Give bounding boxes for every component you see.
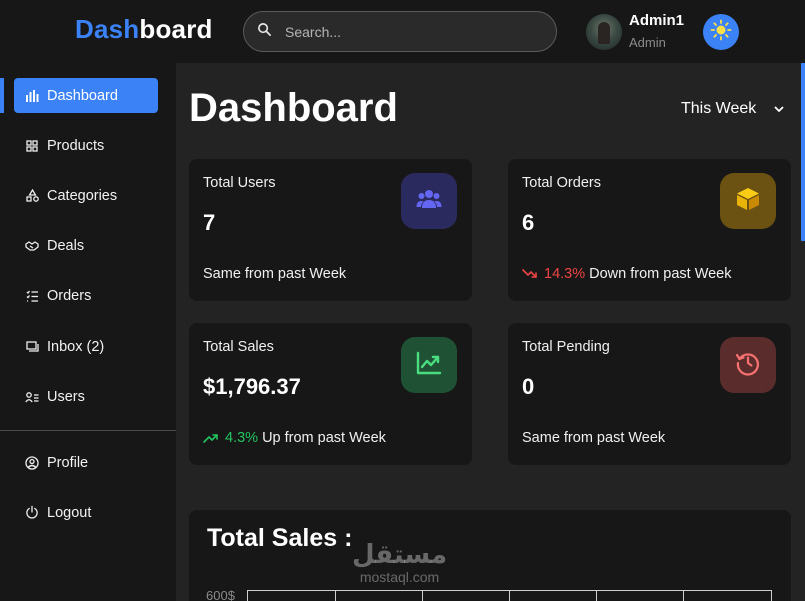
card-title: Total Orders [522, 175, 601, 191]
sales-chart-grid [247, 590, 772, 601]
sidebar-item-profile[interactable]: Profile [14, 445, 158, 480]
sun-icon [710, 19, 732, 46]
users-list-icon [25, 390, 39, 404]
grid-line [422, 591, 423, 601]
logo-part-2: board [139, 14, 213, 44]
box-icon [735, 186, 761, 217]
card-footer: Same from past Week [522, 430, 665, 446]
watermark-latin: mostaql.com [359, 569, 440, 585]
search-icon [257, 22, 272, 42]
y-axis-tick-label: 600$ [206, 588, 235, 601]
stat-card-total-users: Total Users 7 Same from past Week [189, 159, 472, 301]
theme-toggle-button[interactable] [703, 14, 739, 50]
trend-up-icon [203, 432, 219, 444]
grid-icon [25, 139, 39, 153]
grid-line [335, 591, 336, 601]
sidebar-item-logout[interactable]: Logout [14, 495, 158, 530]
user-circle-icon [25, 455, 39, 470]
sidebar-item-label: Profile [47, 454, 89, 471]
grid-line [509, 591, 510, 601]
sidebar-item-inbox[interactable]: Inbox (2) [14, 329, 158, 364]
user-role: Admin [629, 35, 666, 50]
active-indicator [0, 78, 4, 113]
sidebar-item-label: Logout [47, 504, 92, 521]
card-footer-text: Same from past Week [203, 266, 347, 282]
sales-panel-title: Total Sales : [207, 524, 353, 552]
search-input[interactable] [285, 23, 535, 40]
sidebar-item-label: Dashboard [47, 87, 118, 104]
stat-card-total-orders: Total Orders 6 14.3% Down from past Week [508, 159, 791, 301]
page-title: Dashboard [189, 86, 398, 130]
card-value: 0 [522, 374, 535, 399]
logo-part-1: Dash [75, 14, 140, 44]
period-label: This Week [681, 100, 757, 117]
sidebar-item-label: Users [47, 388, 85, 405]
history-icon [735, 350, 761, 381]
card-footer: 4.3% Up from past Week [203, 430, 386, 446]
list-check-icon [25, 289, 39, 303]
stat-card-total-pending: Total Pending 0 Same from past Week [508, 323, 791, 465]
grid-line [596, 591, 597, 601]
watermark-arabic: مستقل [352, 540, 448, 570]
users-icon [416, 188, 442, 215]
inbox-icon [25, 340, 39, 354]
stat-card-total-sales: Total Sales $1,796.37 4.3% Up from past … [189, 323, 472, 465]
sidebar-item-label: Products [47, 137, 105, 154]
line-chart-icon-badge [401, 337, 457, 393]
card-title: Total Sales [203, 339, 274, 355]
box-icon-badge [720, 173, 776, 229]
watermark: مستقل mostaql.com [352, 541, 447, 585]
logo[interactable]: Dashboard [75, 14, 213, 45]
sidebar: Dashboard Products Categories Deals Orde… [0, 63, 176, 601]
card-footer-text: Same from past Week [522, 430, 666, 446]
period-select[interactable]: This Week [681, 100, 784, 118]
shapes-icon [25, 189, 39, 203]
trend-down-icon [522, 268, 538, 280]
sidebar-item-products[interactable]: Products [14, 128, 158, 163]
history-icon-badge [720, 337, 776, 393]
sidebar-item-categories[interactable]: Categories [14, 178, 158, 213]
total-sales-panel: Total Sales : 600$ [189, 510, 791, 601]
sidebar-item-deals[interactable]: Deals [14, 228, 158, 263]
top-bar: Dashboard Admin1 Admin [0, 0, 805, 63]
sidebar-item-dashboard[interactable]: Dashboard [14, 78, 158, 113]
avatar[interactable] [586, 14, 622, 50]
users-icon-badge [401, 173, 457, 229]
search-box[interactable] [243, 11, 557, 52]
card-trend-percent: 14.3% [544, 266, 586, 282]
sidebar-item-label: Inbox (2) [47, 338, 105, 355]
card-footer-text: Down from past Week [589, 266, 732, 282]
power-icon [25, 505, 39, 520]
card-footer-text: Up from past Week [262, 430, 386, 446]
sidebar-item-orders[interactable]: Orders [14, 278, 158, 313]
card-title: Total Users [203, 175, 276, 191]
card-value: 6 [522, 210, 535, 235]
sidebar-item-label: Orders [47, 287, 92, 304]
card-value: $1,796.37 [203, 374, 301, 399]
card-value: 7 [203, 210, 216, 235]
handshake-icon [25, 239, 39, 253]
scrollbar[interactable] [801, 63, 805, 241]
user-name: Admin1 [629, 12, 685, 29]
line-chart-icon [416, 351, 442, 380]
grid-line [683, 591, 684, 601]
grid-line [771, 591, 772, 601]
sidebar-item-label: Deals [47, 237, 85, 254]
card-footer: Same from past Week [203, 266, 346, 282]
card-title: Total Pending [522, 339, 610, 355]
card-trend-percent: 4.3% [225, 430, 259, 446]
sidebar-item-label: Categories [47, 187, 118, 204]
bar-chart-icon [25, 89, 39, 103]
sidebar-item-users[interactable]: Users [14, 379, 158, 414]
sidebar-divider [0, 430, 176, 431]
card-footer: 14.3% Down from past Week [522, 266, 732, 282]
chevron-down-icon [756, 100, 784, 118]
